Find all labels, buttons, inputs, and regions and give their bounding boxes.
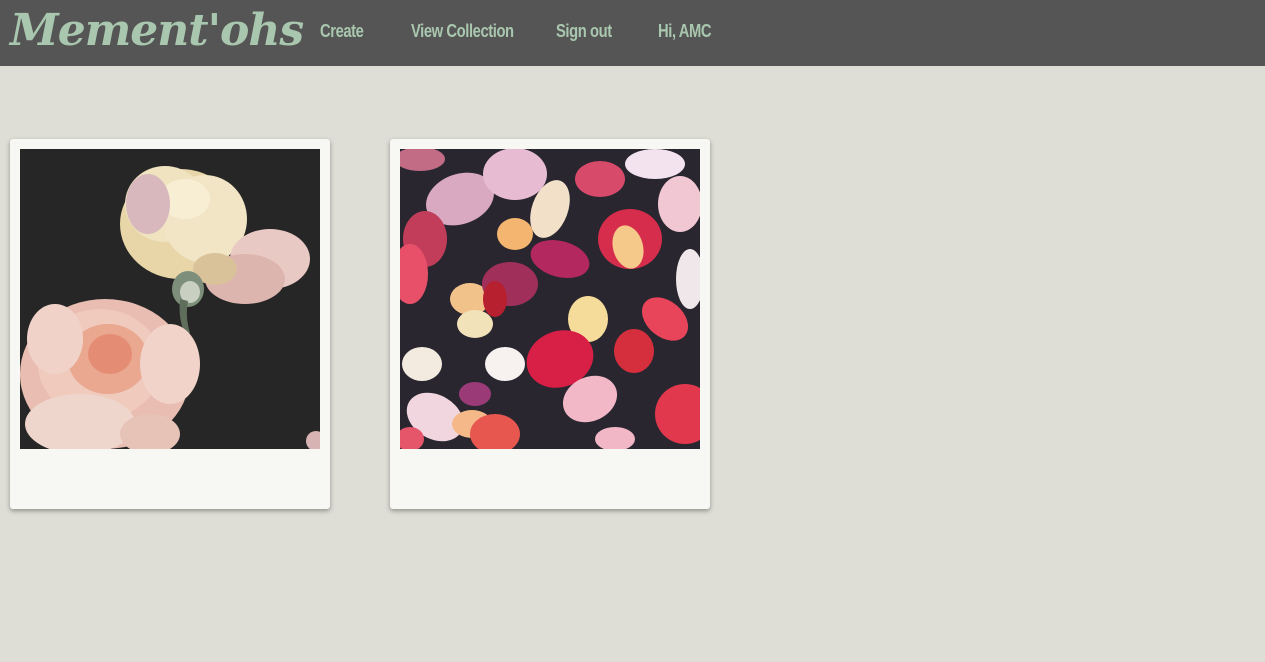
- nav-sign-out-link[interactable]: Sign out: [556, 20, 612, 42]
- nav-create-link[interactable]: Create: [320, 20, 364, 42]
- petals-photo: [400, 149, 700, 449]
- navbar: Mement'ohs Create View Collection Sign o…: [0, 0, 1265, 66]
- nav-view-collection-link[interactable]: View Collection: [411, 20, 514, 42]
- collection-card-roses[interactable]: [10, 139, 330, 509]
- roses-photo: [20, 149, 320, 449]
- nav-user-greeting[interactable]: Hi, AMC: [658, 20, 712, 42]
- collection-card-petals[interactable]: [390, 139, 710, 509]
- logo[interactable]: Mement'ohs: [10, 2, 304, 60]
